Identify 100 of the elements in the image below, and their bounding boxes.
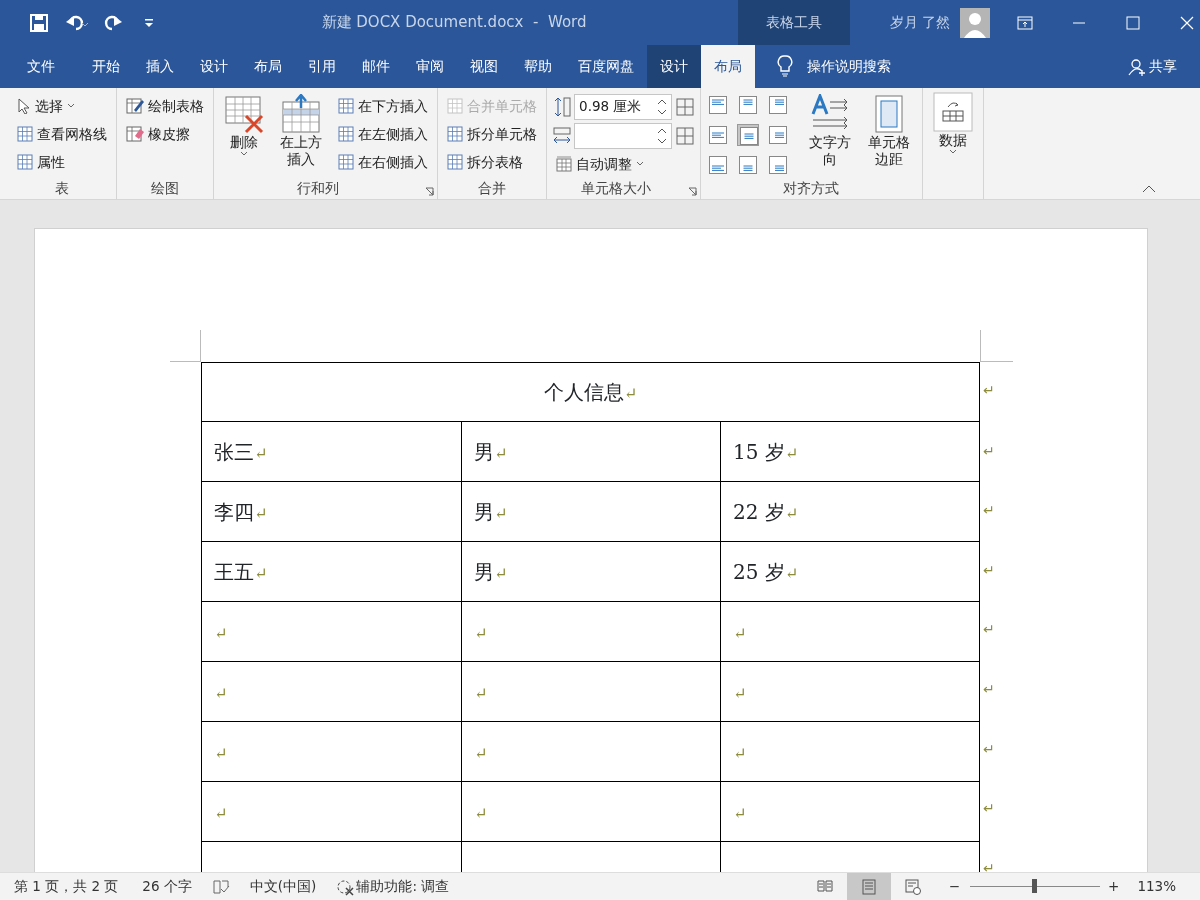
ribbon-button[interactable]: 在下方插入 bbox=[334, 92, 431, 120]
insert-row-above-icon bbox=[281, 94, 322, 134]
ribbon-tab[interactable]: 设计 bbox=[647, 45, 701, 88]
redo-icon[interactable] bbox=[102, 13, 122, 32]
page-count[interactable]: 第 1 页，共 2 页 bbox=[14, 876, 119, 897]
web-layout-icon bbox=[903, 877, 922, 896]
ribbon-tab[interactable]: 邮件 bbox=[349, 45, 403, 88]
paragraph-mark: ↵ bbox=[214, 803, 228, 823]
align-icon bbox=[768, 96, 787, 114]
paragraph-mark: ↵ bbox=[474, 683, 488, 703]
table-autofit-icon bbox=[555, 156, 572, 172]
person-add-icon bbox=[1127, 57, 1146, 76]
align-button[interactable] bbox=[766, 154, 789, 176]
align-button[interactable] bbox=[766, 124, 789, 146]
zoom-slider-thumb[interactable] bbox=[1031, 879, 1037, 893]
zoom-level[interactable]: 113% bbox=[1137, 876, 1176, 897]
size-field[interactable] bbox=[574, 122, 673, 149]
ribbon-button[interactable]: 文字方向 bbox=[803, 92, 857, 178]
paragraph-mark: ↵ bbox=[474, 623, 488, 643]
align-button[interactable] bbox=[706, 94, 729, 116]
cell-text: 王五↵ bbox=[214, 559, 268, 584]
avatar-icon[interactable] bbox=[960, 7, 991, 38]
cell-text: 张三↵ bbox=[214, 439, 268, 464]
data-icon bbox=[932, 92, 973, 132]
ribbon-tab[interactable]: 百度网盘 bbox=[565, 45, 647, 88]
zoom-out-button[interactable]: − bbox=[948, 876, 961, 897]
align-button[interactable] bbox=[736, 124, 759, 146]
align-button[interactable] bbox=[736, 94, 759, 116]
view-button[interactable] bbox=[846, 872, 891, 900]
word-count[interactable]: 26 个字 bbox=[142, 876, 192, 897]
proofing-icon[interactable] bbox=[211, 878, 230, 895]
ribbon-display-icon[interactable] bbox=[1016, 13, 1035, 32]
dialog-launcher-icon[interactable] bbox=[424, 187, 434, 196]
row-end-mark: ↵ bbox=[983, 501, 995, 521]
ribbon-button[interactable]: 属性 bbox=[14, 148, 110, 176]
distribute-columns-icon[interactable] bbox=[675, 126, 694, 145]
ribbon-button[interactable]: 查看网格线 bbox=[14, 120, 110, 148]
customize-dropdown-icon[interactable] bbox=[144, 17, 154, 28]
ribbon-button[interactable]: 在左侧插入 bbox=[334, 120, 431, 148]
language-status[interactable]: 中文(中国) bbox=[249, 876, 317, 897]
tell-me-search[interactable]: 操作说明搜索 bbox=[803, 45, 904, 88]
collapse-ribbon-icon[interactable] bbox=[1142, 185, 1156, 193]
maximize-icon[interactable] bbox=[1124, 13, 1143, 32]
align-button[interactable] bbox=[736, 154, 759, 176]
ribbon-button[interactable]: 在右侧插入 bbox=[334, 148, 431, 176]
ribbon-tab[interactable]: 引用 bbox=[295, 45, 349, 88]
size-field[interactable]: 0.98 厘米 bbox=[574, 93, 673, 120]
ribbon-button[interactable]: 在上方插入 bbox=[275, 92, 328, 178]
ribbon-button[interactable]: 橡皮擦 bbox=[123, 120, 207, 148]
align-icon bbox=[708, 96, 727, 114]
paragraph-mark: ↵ bbox=[733, 743, 747, 763]
accessibility-status[interactable]: 辅助功能: 调查 bbox=[356, 876, 450, 897]
spinner-icon[interactable] bbox=[657, 97, 668, 116]
cell-margins-icon bbox=[874, 94, 905, 134]
save-icon[interactable] bbox=[30, 13, 48, 32]
align-button[interactable] bbox=[766, 94, 789, 116]
table-grid-icon bbox=[446, 126, 463, 142]
ribbon-tab[interactable]: 设计 bbox=[187, 45, 241, 88]
share-button[interactable]: 共享 bbox=[1114, 45, 1190, 88]
align-icon bbox=[708, 126, 727, 144]
group-label: 行和列 bbox=[296, 179, 341, 198]
ribbon-tab[interactable]: 插入 bbox=[133, 45, 187, 88]
cell-text: 15 岁↵ bbox=[733, 439, 799, 464]
align-icon bbox=[708, 156, 727, 174]
ribbon-button[interactable]: 自动调整 bbox=[552, 150, 694, 178]
undo-icon[interactable] bbox=[66, 13, 88, 32]
ribbon-button[interactable]: 数据 bbox=[928, 90, 977, 178]
cell-text: 李四↵ bbox=[214, 499, 268, 524]
group-label: 对齐方式 bbox=[782, 179, 841, 198]
paragraph-mark: ↵ bbox=[733, 683, 747, 703]
ribbon-button[interactable]: 绘制表格 bbox=[123, 92, 207, 120]
ribbon-tab[interactable]: 布局 bbox=[241, 45, 295, 88]
ribbon-button[interactable]: 拆分单元格 bbox=[443, 120, 540, 148]
ribbon-tab[interactable]: 视图 bbox=[457, 45, 511, 88]
ribbon-button[interactable]: 拆分表格 bbox=[443, 148, 540, 176]
distribute-rows-icon[interactable] bbox=[675, 97, 694, 116]
ribbon-button[interactable]: 选择 bbox=[14, 92, 110, 120]
ribbon-tab[interactable]: 布局 bbox=[701, 45, 755, 88]
align-button[interactable] bbox=[706, 124, 729, 146]
row-height-icon bbox=[552, 95, 571, 118]
ribbon-tab[interactable]: 文件 bbox=[14, 45, 79, 88]
group-label: 单元格大小 bbox=[580, 179, 653, 198]
align-button[interactable] bbox=[706, 154, 729, 176]
lightbulb-icon bbox=[777, 55, 793, 77]
eraser-icon bbox=[126, 126, 144, 142]
ribbon-tab[interactable]: 审阅 bbox=[403, 45, 457, 88]
user-name[interactable]: 岁月 了然 bbox=[890, 12, 951, 33]
table-grid-icon bbox=[17, 154, 33, 170]
spinner-icon[interactable] bbox=[657, 126, 668, 145]
ribbon-tab[interactable]: 开始 bbox=[79, 45, 133, 88]
print-layout-icon bbox=[859, 877, 878, 896]
paragraph-mark: ↵ bbox=[733, 803, 747, 823]
dialog-launcher-icon[interactable] bbox=[687, 187, 697, 196]
window-title: 新建 DOCX Document.docx - Word bbox=[320, 12, 588, 34]
ribbon-button[interactable]: 删除 bbox=[220, 92, 268, 178]
ribbon-button[interactable]: 单元格边距 bbox=[863, 92, 916, 178]
paragraph-mark: ↵ bbox=[214, 683, 228, 703]
accessibility-icon[interactable] bbox=[336, 877, 355, 896]
ribbon-tab[interactable]: 帮助 bbox=[511, 45, 565, 88]
zoom-in-button[interactable]: + bbox=[1108, 876, 1120, 897]
